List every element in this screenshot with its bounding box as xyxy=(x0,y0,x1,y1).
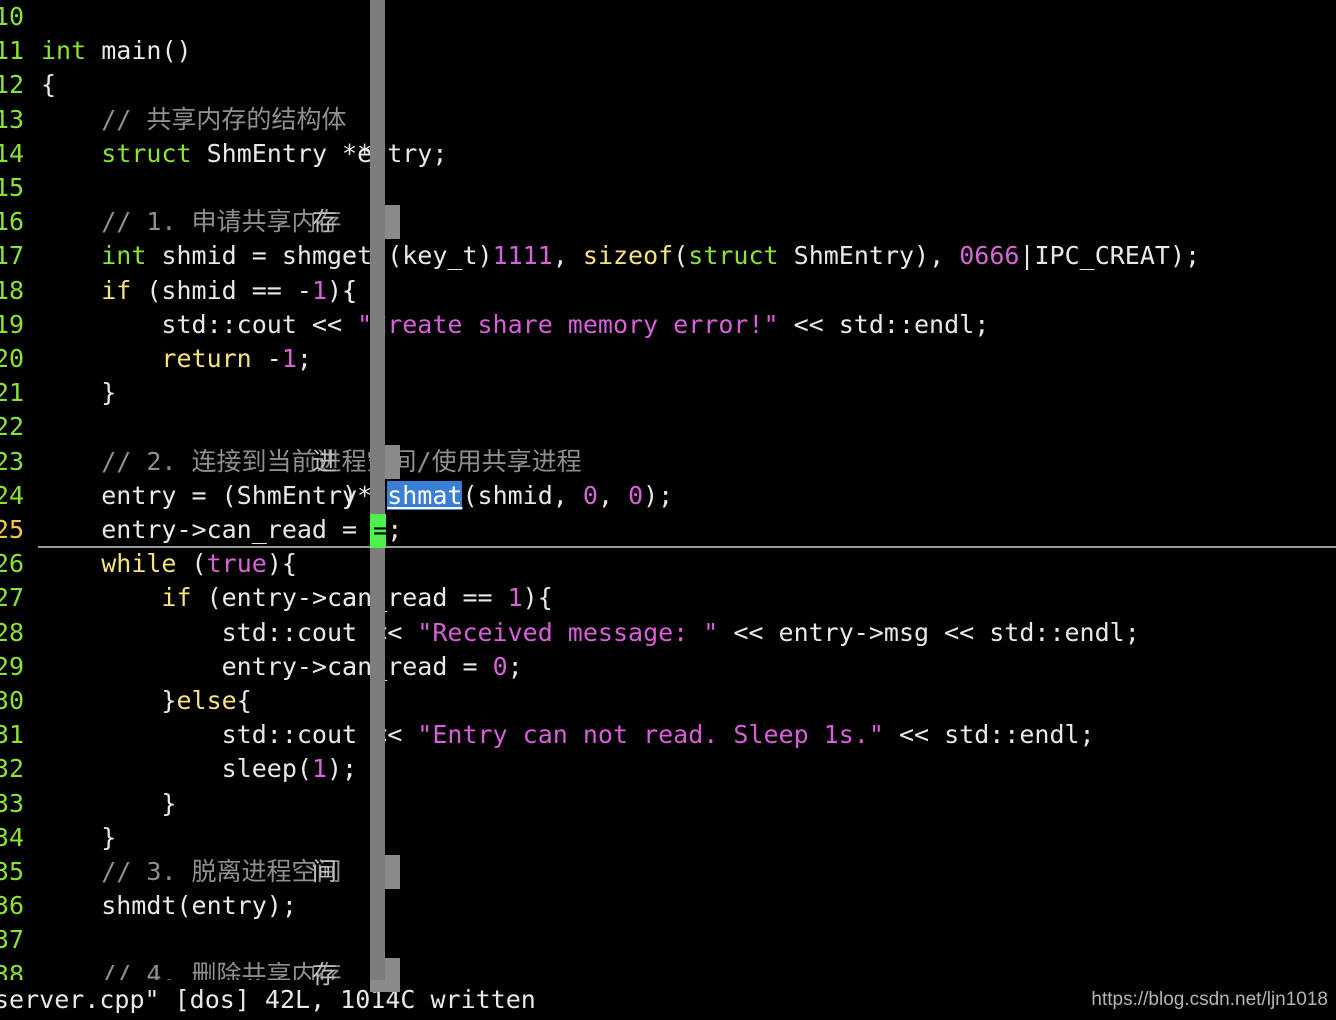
code-line: 16 // 1. 申请共享内存 存 xyxy=(0,205,1336,240)
line-content: } xyxy=(41,378,117,408)
line-content-over-scrollbar: ; xyxy=(41,754,358,784)
code-line: 11 int main() xyxy=(0,34,1336,68)
line-content-over-scrollbar: 进 xyxy=(41,446,337,476)
line-content-over-scrollbar: ) xyxy=(41,480,358,510)
line-content-over-scrollbar: a xyxy=(41,651,358,681)
line-content-over-scrollbar: 间 xyxy=(41,857,337,886)
code-line-cursor: 25 entry->can_read = 0; = xyxy=(0,513,1336,548)
line-content: return -1; xyxy=(161,344,312,373)
line-number-active: 25 xyxy=(0,515,25,544)
line-number: 24 xyxy=(0,480,25,510)
code-line: 20 return -1; xyxy=(0,342,1336,376)
line-number: 12 xyxy=(0,70,25,100)
code-line: 33 } xyxy=(0,787,1336,821)
code-line: 27 if (entry->can_read == 1){ a xyxy=(0,581,1336,615)
line-content-over-scrollbar: 存 xyxy=(41,207,337,237)
code-line: 35 // 3. 脱离进程空间 间 xyxy=(0,855,1336,890)
line-number: 19 xyxy=(0,309,25,339)
code-line: 15 xyxy=(0,171,1336,205)
code-line: 31 std::cout << "Entry can not read. Sle… xyxy=(0,718,1336,752)
line-number: 17 xyxy=(0,241,25,271)
cursor-character: = xyxy=(373,516,389,545)
line-content: // 共享内存的结构体 xyxy=(41,104,347,134)
line-number: 33 xyxy=(0,788,25,818)
line-content-over-scrollbar: * xyxy=(41,138,373,168)
code-line: 14 struct ShmEntry *entry; * xyxy=(0,137,1336,171)
line-number: 14 xyxy=(0,138,25,168)
line-number: 34 xyxy=(0,822,25,852)
line-number: 16 xyxy=(0,207,25,237)
line-content-over-scrollbar: t xyxy=(41,617,358,647)
cursorline-underline xyxy=(38,546,1336,548)
line-number: 29 xyxy=(0,651,25,681)
line-number: 18 xyxy=(0,275,25,305)
line-content-over-scrollbar: e xyxy=(41,241,358,271)
code-line: 22 xyxy=(0,410,1336,444)
editor-text-area[interactable]: 10 11 int main() 12 { 13 // 共享内存的结构体 14 … xyxy=(0,0,1336,992)
code-line: 21 } xyxy=(0,376,1336,410)
line-number: 32 xyxy=(0,754,25,784)
line-number: 31 xyxy=(0,720,25,750)
line-number: 20 xyxy=(0,344,25,373)
code-line: 36 shmdt(entry); xyxy=(0,889,1336,923)
code-line: 19 std::cout << "Create share memory err… xyxy=(0,308,1336,342)
line-number: 15 xyxy=(0,173,25,202)
line-number: 30 xyxy=(0,686,25,715)
line-content-over-scrollbar: { xyxy=(41,275,358,305)
line-number: 23 xyxy=(0,446,25,476)
code-line: 37 xyxy=(0,923,1336,957)
code-line: 30 }else{ xyxy=(0,684,1336,718)
code-line: 24 entry = (ShmEntry*)shmat(shmid, 0, 0)… xyxy=(0,479,1336,513)
code-line: 18 if (shmid == -1){ { xyxy=(0,274,1336,308)
code-line: 26 while (true){ xyxy=(0,547,1336,581)
line-content-over-scrollbar: 存 xyxy=(41,959,337,989)
search-match-highlight: shmat xyxy=(387,480,463,510)
line-content: shmdt(entry); xyxy=(41,891,297,921)
line-number: 35 xyxy=(0,857,25,886)
line-number: 10 xyxy=(0,2,25,31)
line-number: 22 xyxy=(0,412,25,442)
line-number: 11 xyxy=(0,36,25,66)
line-content-over-scrollbar: t xyxy=(41,720,358,750)
code-line: 12 { xyxy=(0,68,1336,102)
line-content: entry->can_read = 0; xyxy=(101,515,403,544)
line-number: 36 xyxy=(0,891,25,921)
line-number: 13 xyxy=(0,104,25,134)
line-number: 27 xyxy=(0,583,25,613)
line-number: 21 xyxy=(0,378,25,408)
vim-editor-window: 10 11 int main() 12 { 13 // 共享内存的结构体 14 … xyxy=(0,0,1336,1020)
code-line: 17 int shmid = shmget((key_t)1111, sizeo… xyxy=(0,239,1336,273)
line-content: }else{ xyxy=(161,686,252,715)
line-content: } xyxy=(41,822,117,852)
line-content-over-scrollbar: a xyxy=(41,583,358,613)
line-content: std::cout << "Create share memory error!… xyxy=(161,309,990,339)
code-line: 29 entry->can_read = 0; a xyxy=(0,650,1336,684)
code-line: 13 // 共享内存的结构体 xyxy=(0,103,1336,137)
line-content: while (true){ xyxy=(101,549,297,579)
line-number: 28 xyxy=(0,617,25,647)
line-number: 37 xyxy=(0,925,25,955)
line-content: int main() xyxy=(41,36,192,66)
code-line: 10 xyxy=(0,0,1336,34)
vertical-scrollbar[interactable] xyxy=(370,0,385,980)
code-line: 34 } xyxy=(0,821,1336,855)
code-line: 32 sleep(1); ; xyxy=(0,752,1336,786)
line-content: { xyxy=(41,70,57,100)
line-number: 26 xyxy=(0,549,25,579)
code-line: 23 // 2. 连接到当前进程空间/使用共享进程 进 xyxy=(0,444,1336,479)
code-line: 28 std::cout << "Received message: " << … xyxy=(0,616,1336,650)
line-content: } xyxy=(41,788,177,818)
watermark-url: https://blog.csdn.net/ljn1018 xyxy=(1091,989,1328,1010)
